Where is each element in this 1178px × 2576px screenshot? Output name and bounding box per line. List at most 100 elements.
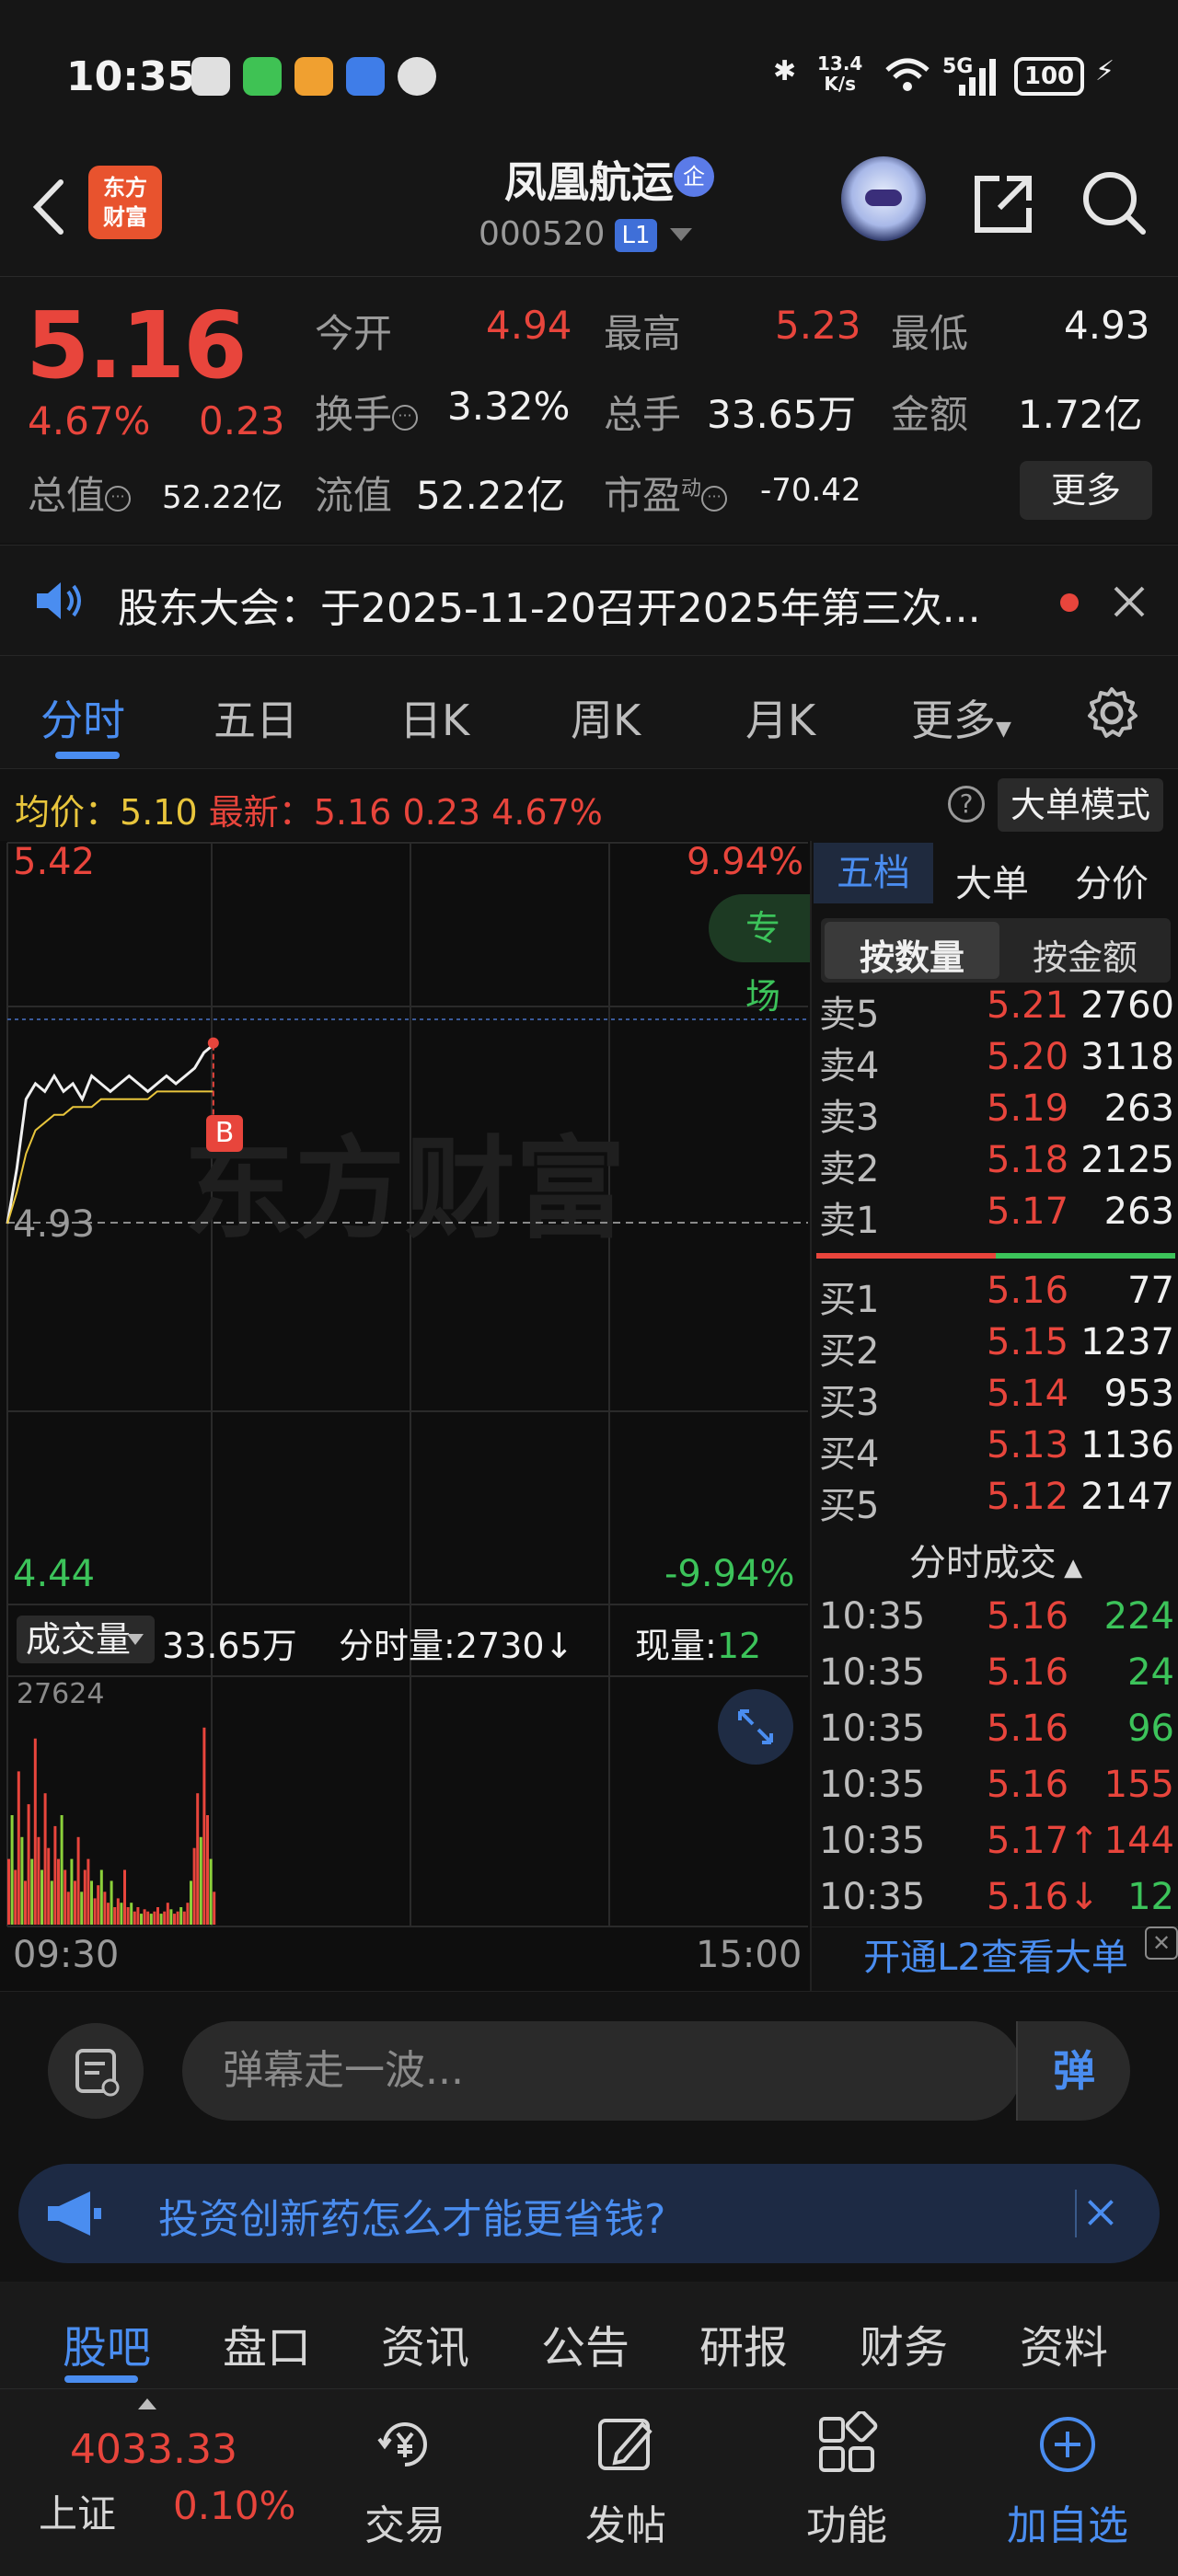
clock: 10:35 [66, 53, 196, 100]
ask-row[interactable]: 卖2 5.18 2125 [812, 1139, 1178, 1190]
intraday-info-line: 均价：5.10 最新：5.16 0.23 4.67% ? 大单模式 [0, 769, 1178, 841]
tab-handicap[interactable]: 盘口 [223, 2311, 311, 2375]
tab-weekly-k[interactable]: 周K [571, 687, 641, 748]
bid-row[interactable]: 买5 5.12 2147 [812, 1476, 1178, 1527]
close-icon[interactable] [1075, 2190, 1123, 2237]
ai-assistant-avatar[interactable] [841, 156, 926, 241]
open-value: 4.94 [486, 303, 572, 348]
tab-monthly-k[interactable]: 月K [745, 687, 815, 748]
big-order-mode-button[interactable]: 大单模式 [998, 778, 1163, 832]
bottom-nav: 4033.33 上证 0.10% 交易 发帖 功能 加自选 [0, 2388, 1178, 2576]
danmu-input[interactable]: 弹幕走一波... [182, 2021, 1022, 2121]
volume-bar [37, 1836, 40, 1925]
danmu-send-button[interactable]: 弹 [1016, 2021, 1130, 2121]
nav-post-label: 发帖 [585, 2502, 666, 2549]
close-icon[interactable] [1108, 581, 1150, 623]
nav-trade[interactable]: 交易 [331, 2411, 479, 2551]
caret-down-icon: ▼ [996, 718, 1011, 741]
ad-text[interactable]: 投资创新药怎么才能更省钱? [158, 2186, 665, 2245]
ask-row-price: 5.21 [987, 984, 1069, 1027]
expand-icon[interactable] [718, 1689, 793, 1765]
bid-row[interactable]: 买1 5.16 77 [812, 1270, 1178, 1321]
tab-daily-k[interactable]: 日K [399, 687, 469, 748]
minute-volume-label: 分时量: [339, 1626, 456, 1666]
tab-big-orders[interactable]: 大单 [955, 854, 1029, 907]
chevron-down-icon[interactable] [670, 228, 692, 241]
stock-code[interactable]: 000520 [479, 215, 605, 253]
volume-bar [123, 1869, 126, 1925]
level-badge[interactable]: L1 [615, 219, 657, 252]
yuan-trade-icon [377, 2422, 427, 2467]
volume-bar [153, 1911, 156, 1925]
trade-row-label: 10:35 [819, 1876, 926, 1918]
tab-financials[interactable]: 财务 [860, 2311, 948, 2375]
tab-research[interactable]: 研报 [699, 2311, 788, 2375]
trade-row[interactable]: 10:35 5.16 96 [812, 1708, 1178, 1759]
announcement-bar[interactable]: 股东大会：于2025-11-20召开2025年第三次... [0, 545, 1178, 655]
intraday-chart[interactable]: 东方财富 5.42 9.94% 专场 4.93 B 4.44 -9.94% 成交… [0, 841, 810, 1991]
close-icon[interactable]: ✕ [1145, 1926, 1178, 1960]
nav-add-watchlist[interactable]: 加自选 [994, 2411, 1141, 2551]
nav-features[interactable]: 功能 [773, 2409, 920, 2551]
ask-row[interactable]: 卖1 5.17 263 [812, 1190, 1178, 1242]
danmu-settings-icon[interactable] [48, 2023, 144, 2119]
info-icon[interactable]: ··· [105, 485, 132, 512]
search-icon[interactable] [1077, 166, 1150, 239]
chart-canvas[interactable]: 东方财富 [0, 841, 810, 1991]
info-icon[interactable]: ··· [701, 485, 728, 512]
ask-row-label: 卖5 [819, 994, 880, 1036]
tab-five-day[interactable]: 五日 [214, 687, 298, 748]
ask-row-price: 5.20 [987, 1036, 1069, 1078]
nav-post[interactable]: 发帖 [552, 2411, 699, 2551]
tab-price-dist[interactable]: 分价 [1075, 854, 1149, 907]
ask-row-volume: 2125 [1080, 1139, 1174, 1181]
trade-row[interactable]: 10:35 5.16↓ 12 [812, 1876, 1178, 1927]
buy-marker[interactable]: B [206, 1115, 243, 1152]
trades-title-text: 分时成交 [908, 1542, 1057, 1584]
bid-row[interactable]: 买4 5.13 1136 [812, 1424, 1178, 1476]
expand-up-icon[interactable] [138, 2398, 156, 2409]
trades-title[interactable]: 分时成交 ▲ [812, 1533, 1178, 1586]
x-axis-start: 09:30 [13, 1934, 120, 1976]
trade-row[interactable]: 10:35 5.17↑ 144 [812, 1820, 1178, 1871]
volume-value: 33.65万 [707, 392, 857, 437]
volume-bar [149, 1914, 153, 1925]
bid-row-label: 买1 [819, 1279, 880, 1321]
index-name[interactable]: 上证 [39, 2483, 116, 2539]
index-change[interactable]: 0.10% [173, 2483, 295, 2528]
info-icon[interactable]: ··· [392, 404, 419, 431]
net-speed: 13.4 K/s [817, 53, 862, 94]
tab-intraday[interactable]: 分时 [40, 687, 125, 748]
trade-row[interactable]: 10:35 5.16 24 [812, 1651, 1178, 1703]
ask-row[interactable]: 卖3 5.19 263 [812, 1087, 1178, 1139]
tab-more[interactable]: 更多▼ [911, 687, 1011, 748]
by-amount-option[interactable]: 按金额 [999, 929, 1171, 980]
chevron-down-icon[interactable] [127, 1634, 144, 1645]
announcement-text[interactable]: 股东大会：于2025-11-20召开2025年第三次... [118, 575, 1020, 634]
tab-five-levels[interactable]: 五档 [814, 843, 933, 903]
tab-profile[interactable]: 资料 [1020, 2311, 1108, 2375]
l2-upgrade-link[interactable]: 开通L2查看大单 [812, 1926, 1178, 1987]
help-icon[interactable]: ? [948, 786, 985, 822]
tab-announcements[interactable]: 公告 [541, 2311, 629, 2375]
ask-row[interactable]: 卖4 5.20 3118 [812, 1036, 1178, 1087]
by-quantity-option[interactable]: 按数量 [825, 929, 999, 980]
bid-row[interactable]: 买3 5.14 953 [812, 1373, 1178, 1424]
volume-bar [143, 1909, 146, 1925]
gear-icon[interactable] [1082, 684, 1141, 742]
more-button[interactable]: 更多 [1020, 461, 1152, 520]
share-icon[interactable] [966, 167, 1040, 241]
index-value[interactable]: 4033.33 [70, 2426, 237, 2473]
content-tabs: 股吧 盘口 资讯 公告 研报 财务 资料 [0, 2282, 1178, 2388]
trade-row[interactable]: 10:35 5.16 155 [812, 1764, 1178, 1815]
ad-banner[interactable]: 投资创新药怎么才能更省钱? [18, 2164, 1160, 2263]
trade-row[interactable]: 10:35 5.16 224 [812, 1595, 1178, 1647]
ask-row[interactable]: 卖5 5.21 2760 [812, 984, 1178, 1036]
volume-bar [192, 1847, 196, 1925]
tab-news[interactable]: 资讯 [381, 2311, 469, 2375]
current-volume-label: 现量: [635, 1626, 717, 1666]
tab-forum[interactable]: 股吧 [63, 2311, 151, 2375]
bid-row[interactable]: 买2 5.15 1237 [812, 1321, 1178, 1373]
special-session-tag[interactable]: 专场 [709, 894, 810, 1017]
bid-row-label: 买4 [819, 1433, 880, 1476]
